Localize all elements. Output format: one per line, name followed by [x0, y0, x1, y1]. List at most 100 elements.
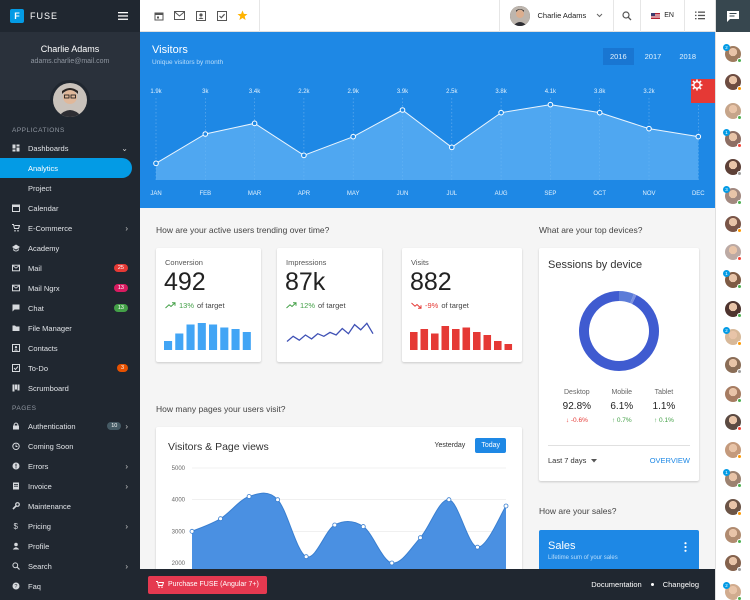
- todo-shortcut[interactable]: [211, 0, 232, 32]
- contact-avatar[interactable]: 2: [723, 581, 742, 600]
- presence-status: [737, 86, 742, 92]
- sidebar-item-chat[interactable]: Chat 13: [0, 298, 140, 318]
- y-tick-label: 2000: [172, 561, 186, 567]
- data-point: [475, 544, 480, 550]
- sidebar-item-project[interactable]: Project: [0, 178, 140, 198]
- contact-avatar[interactable]: [725, 300, 742, 318]
- presence-status: [737, 369, 742, 375]
- unread-badge: 3: [723, 185, 730, 193]
- sidebar-item-profile[interactable]: Profile: [0, 536, 140, 556]
- sidebar-item-search[interactable]: Search ›: [0, 556, 140, 576]
- contact-avatar[interactable]: 2: [723, 327, 742, 346]
- sidebar-item-maintenance[interactable]: Maintenance: [0, 496, 140, 516]
- sidebar-item-file-manager[interactable]: File Manager: [0, 318, 140, 338]
- sidebar-item-pricing[interactable]: $ Pricing ›: [0, 516, 140, 536]
- x-tick-label: APR: [298, 191, 311, 197]
- contact-avatar[interactable]: [725, 385, 742, 403]
- contact-avatar[interactable]: [725, 442, 742, 460]
- checkbox-icon: [216, 10, 227, 21]
- stat-delta: 12% of target: [286, 301, 346, 310]
- contact-avatar[interactable]: [725, 215, 742, 233]
- sidebar-item-academy[interactable]: Academy: [0, 238, 140, 258]
- presence-status: [737, 114, 742, 120]
- stat-title: Visits: [411, 258, 429, 267]
- presence-status: [737, 199, 742, 205]
- sidebar-item-errors[interactable]: Errors ›: [0, 456, 140, 476]
- count-badge: 13: [113, 304, 128, 312]
- sidebar-item-invoice[interactable]: Invoice ›: [0, 476, 140, 496]
- mail-icon: [12, 284, 20, 292]
- error-icon: [12, 462, 20, 470]
- user-menu[interactable]: Charlie Adams: [499, 0, 615, 32]
- stat-card-impressions: Impressions 87k 12% of target: [277, 248, 382, 362]
- stat-delta-suffix: of target: [318, 301, 346, 310]
- contact-avatar[interactable]: 1: [723, 270, 742, 290]
- contact-avatar[interactable]: 1: [723, 128, 742, 148]
- year-button-2017[interactable]: 2017: [638, 48, 669, 65]
- sidebar-item-e-commerce[interactable]: E-Commerce ›: [0, 218, 140, 238]
- language-selector[interactable]: EN: [641, 0, 685, 32]
- sidebar-item-faq[interactable]: ? Faq: [0, 576, 140, 596]
- contact-avatar[interactable]: [725, 527, 742, 545]
- unread-badge: 1: [723, 128, 730, 136]
- sidebar-item-contacts[interactable]: Contacts: [0, 338, 140, 358]
- sidebar-item-authentication[interactable]: Authentication 10 ›: [0, 416, 140, 436]
- contact-avatar[interactable]: [725, 159, 742, 177]
- contact-avatar[interactable]: 2: [723, 44, 742, 63]
- spark-bar: [441, 326, 450, 350]
- sidebar-item-label: Faq: [28, 581, 41, 591]
- x-tick-label: MAY: [347, 191, 360, 197]
- menu-toggle-icon[interactable]: [118, 11, 130, 21]
- year-button-2016[interactable]: 2016: [602, 48, 634, 65]
- mail-shortcut[interactable]: [169, 0, 190, 32]
- data-point: [301, 152, 307, 159]
- contact-avatar[interactable]: [725, 555, 742, 573]
- sidebar-item-to-do[interactable]: To-Do 3: [0, 358, 140, 378]
- contact-avatar[interactable]: [725, 74, 742, 92]
- fuse-logo-icon: F: [10, 9, 24, 23]
- stat-delta: 13% of target: [165, 301, 225, 310]
- presence-status: [737, 595, 742, 600]
- contact-avatar[interactable]: [725, 498, 742, 516]
- year-button-2018[interactable]: 2018: [672, 48, 703, 65]
- person-icon: [12, 542, 20, 550]
- documentation-link[interactable]: Documentation: [591, 580, 641, 589]
- stat-delta-value: 12%: [300, 301, 316, 310]
- contact-avatar[interactable]: 3: [723, 185, 742, 205]
- chat-panel-toggle[interactable]: [716, 0, 750, 32]
- contact-avatar[interactable]: [725, 102, 742, 120]
- device-change-value: 0.1%: [659, 417, 674, 424]
- sidebar-item-coming-soon[interactable]: Coming Soon: [0, 436, 140, 456]
- contact-avatar[interactable]: [725, 413, 742, 431]
- presence-status: [737, 397, 742, 403]
- overview-button[interactable]: OVERVIEW: [650, 456, 690, 465]
- sidebar-item-mail[interactable]: Mail 25: [0, 258, 140, 278]
- calendar-icon: [12, 204, 20, 212]
- sidebar-item-scrumboard[interactable]: Scrumboard: [0, 378, 140, 398]
- stat-value: 492: [164, 268, 206, 296]
- date-range-select[interactable]: Last 7 days: [548, 456, 598, 465]
- contact-avatar[interactable]: [725, 244, 742, 262]
- sidebar-item-analytics[interactable]: Analytics: [0, 158, 132, 178]
- sidebar-item-label: Pricing: [28, 521, 51, 531]
- search-button[interactable]: [614, 0, 642, 32]
- x-tick-label: NOV: [642, 191, 655, 197]
- quick-panel-toggle[interactable]: [685, 0, 715, 32]
- trending-down-icon: [411, 302, 422, 309]
- sidebar-item-mail-ngrx[interactable]: Mail Ngrx 13: [0, 278, 140, 298]
- sidebar-item-calendar[interactable]: Calendar: [0, 198, 140, 218]
- spark-bar: [410, 332, 418, 350]
- purchase-button[interactable]: Purchase FUSE (Angular 7+): [148, 575, 267, 594]
- sidebar-avatar[interactable]: [50, 80, 90, 120]
- more-vert-icon[interactable]: [684, 542, 687, 552]
- contact-avatar[interactable]: [725, 357, 742, 375]
- dollar-icon: $: [14, 522, 19, 530]
- calendar-shortcut[interactable]: [148, 0, 169, 32]
- changelog-link[interactable]: Changelog: [663, 580, 699, 589]
- add-shortcut[interactable]: [232, 0, 253, 32]
- sidebar-item-dashboards[interactable]: Dashboards ⌄: [0, 138, 140, 158]
- theme-settings-button[interactable]: [691, 79, 715, 103]
- contact-avatar[interactable]: 1: [723, 468, 742, 488]
- y-tick-label: 4000: [172, 498, 186, 504]
- contacts-shortcut[interactable]: [190, 0, 211, 32]
